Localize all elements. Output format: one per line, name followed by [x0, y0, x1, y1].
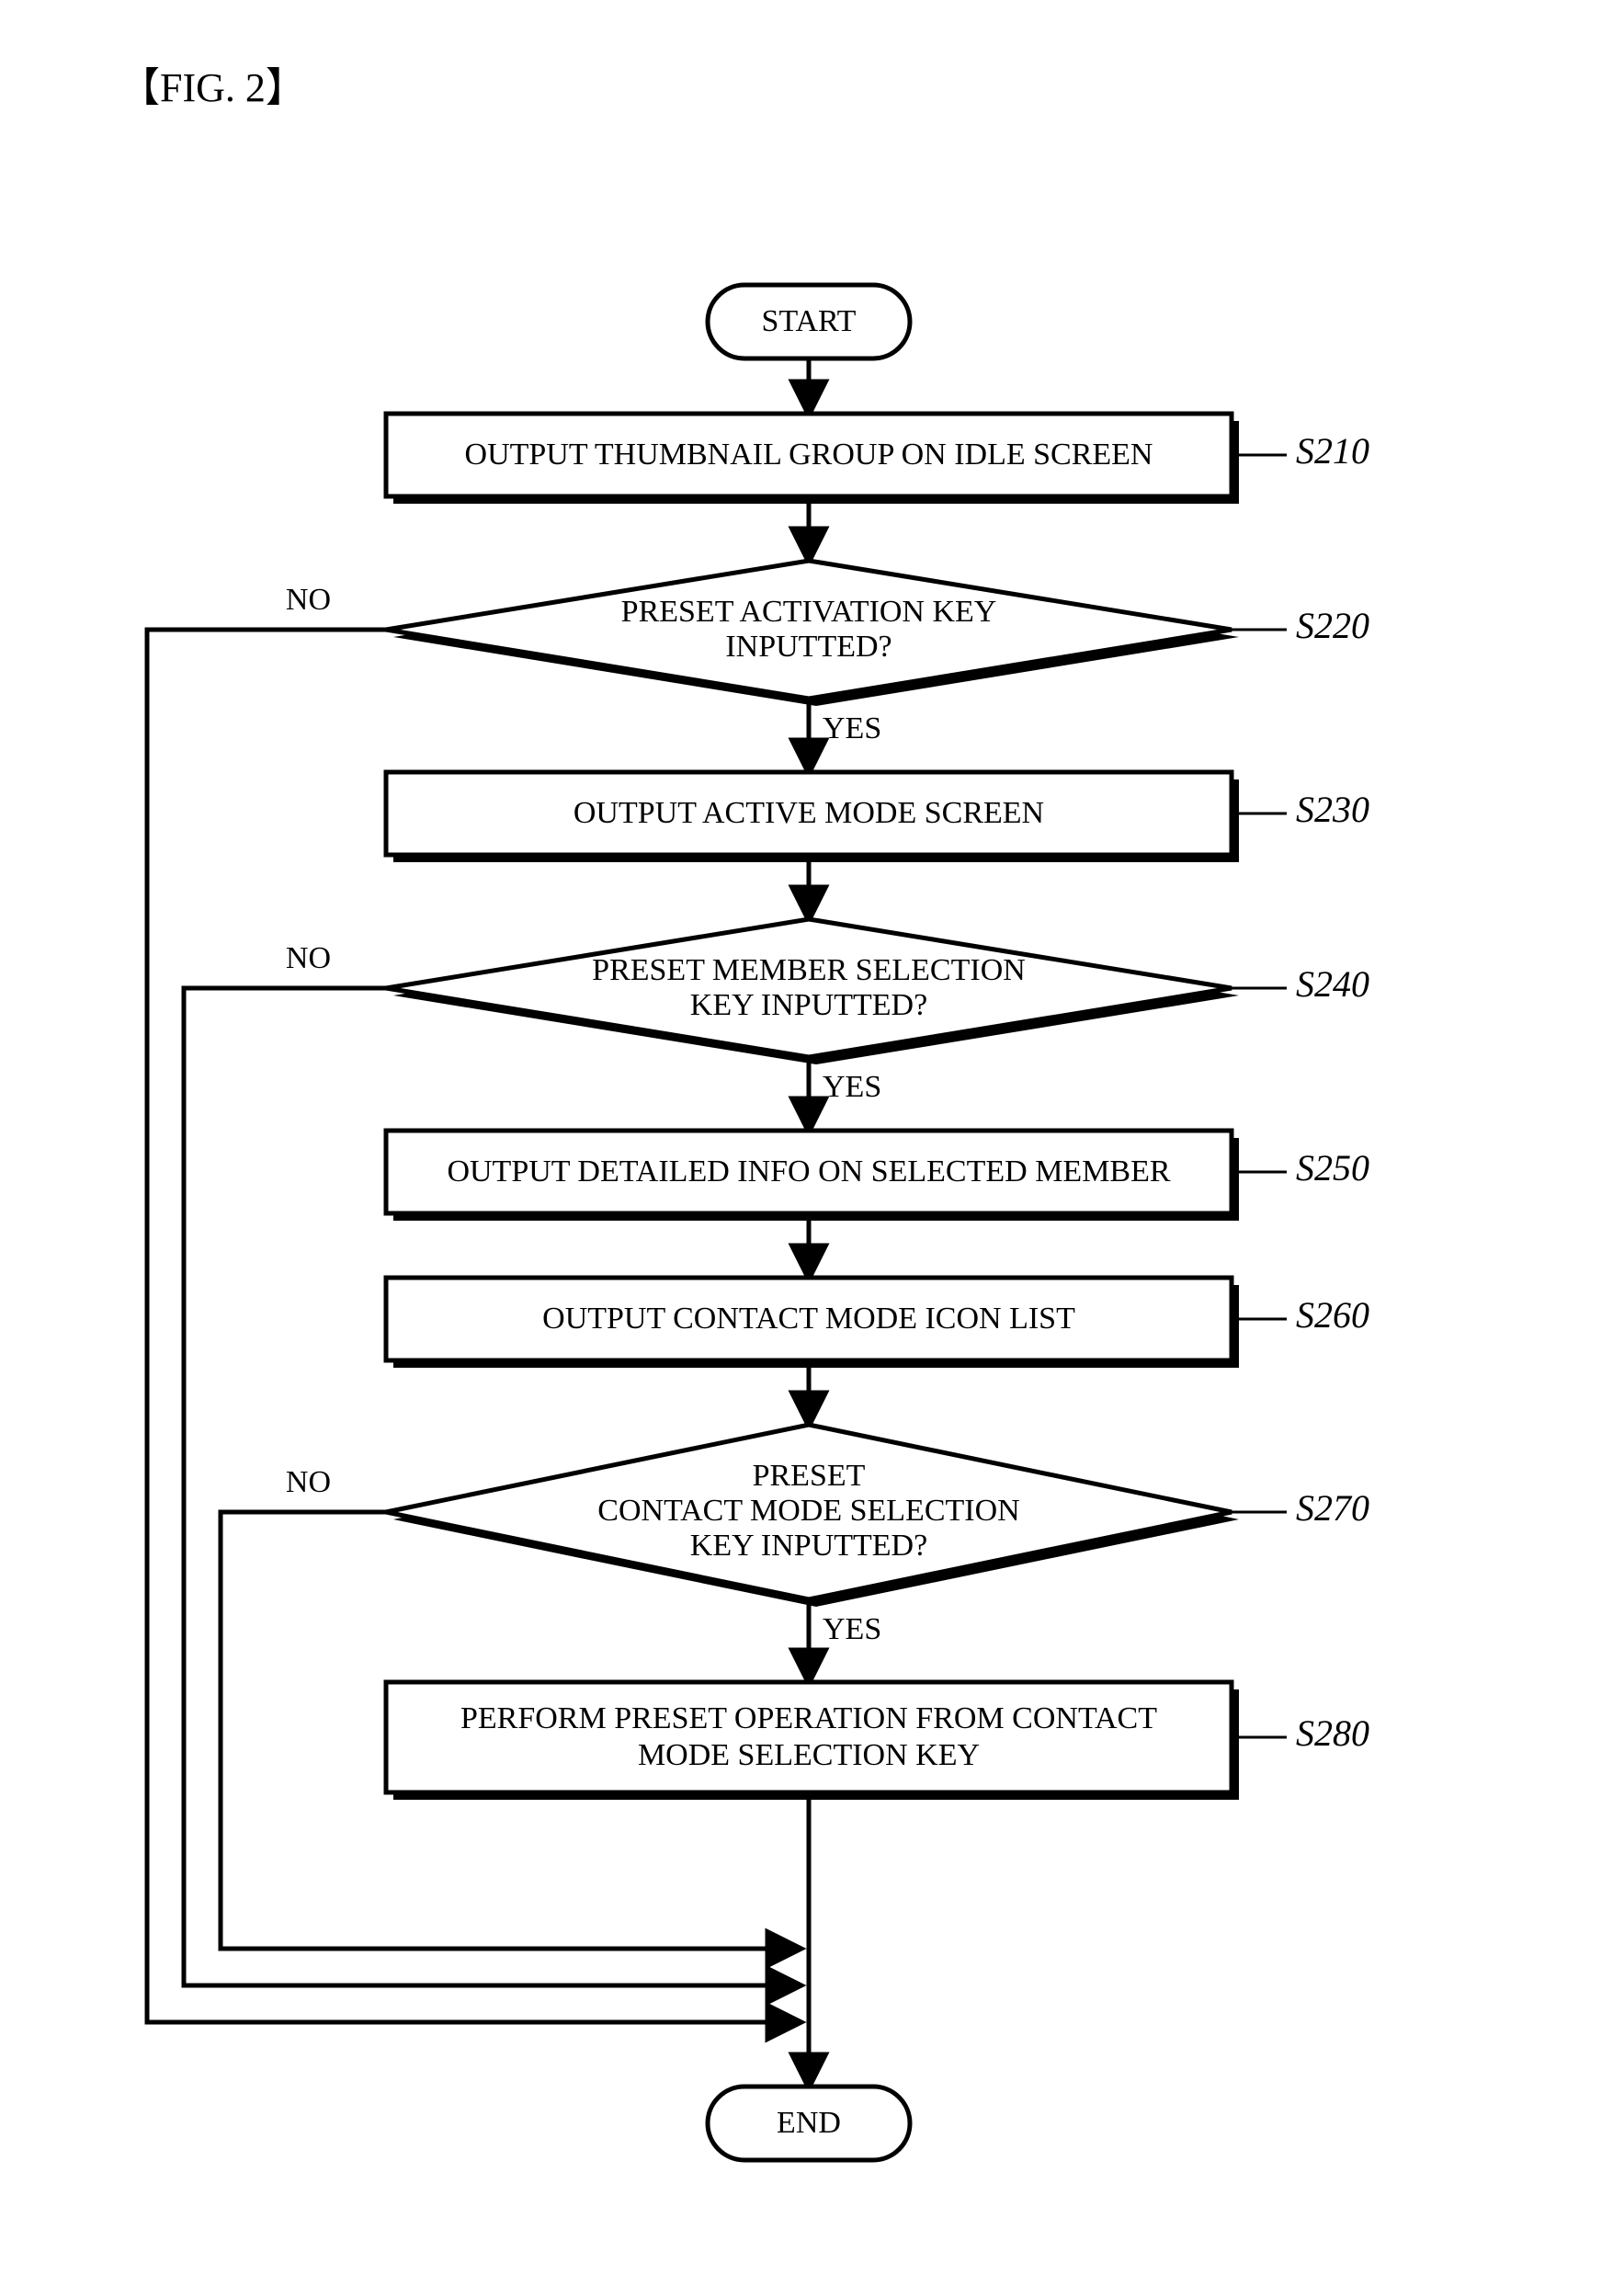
- branch-s240-yes: YES: [823, 1070, 881, 1104]
- figure-label: 【FIG. 2】: [119, 65, 306, 110]
- branch-s270-yes: YES: [823, 1612, 881, 1646]
- label-s240: S240: [1296, 963, 1369, 1005]
- process-s280: PERFORM PRESET OPERATION FROM CONTACT MO…: [386, 1682, 1239, 1800]
- process-s210: OUTPUT THUMBNAIL GROUP ON IDLE SCREEN: [386, 414, 1239, 504]
- branch-s240-no: NO: [286, 941, 331, 975]
- decision-s270-line1: PRESET: [753, 1459, 866, 1493]
- decision-s240-line1: PRESET MEMBER SELECTION: [592, 953, 1026, 987]
- process-s260: OUTPUT CONTACT MODE ICON LIST: [386, 1278, 1239, 1368]
- process-s250-text: OUTPUT DETAILED INFO ON SELECTED MEMBER: [447, 1154, 1170, 1188]
- branch-s270-no: NO: [286, 1465, 331, 1499]
- label-s280: S280: [1296, 1712, 1369, 1754]
- decision-s220-line1: PRESET ACTIVATION KEY: [621, 595, 997, 629]
- branch-s220-no: NO: [286, 583, 331, 617]
- terminal-end-text: END: [777, 2106, 841, 2140]
- terminal-start: START: [708, 285, 910, 358]
- process-s260-text: OUTPUT CONTACT MODE ICON LIST: [542, 1302, 1075, 1336]
- label-s270: S270: [1296, 1487, 1369, 1529]
- label-s220: S220: [1296, 605, 1369, 646]
- terminal-start-text: START: [762, 304, 857, 338]
- process-s280-line1: PERFORM PRESET OPERATION FROM CONTACT: [460, 1701, 1157, 1735]
- process-s280-line2: MODE SELECTION KEY: [638, 1738, 980, 1772]
- terminal-end: END: [708, 2087, 910, 2160]
- branch-s220-yes: YES: [823, 711, 881, 745]
- flowchart-diagram: 【FIG. 2】 START OUTPUT THUMBNAIL GROUP ON…: [0, 0, 1624, 2286]
- label-s210: S210: [1296, 430, 1369, 472]
- process-s230-text: OUTPUT ACTIVE MODE SCREEN: [574, 796, 1044, 830]
- decision-s270-line2: CONTACT MODE SELECTION: [597, 1494, 1019, 1528]
- process-s250: OUTPUT DETAILED INFO ON SELECTED MEMBER: [386, 1131, 1239, 1221]
- decision-s270-line3: KEY INPUTTED?: [690, 1529, 927, 1563]
- decision-s270: PRESET CONTACT MODE SELECTION KEY INPUTT…: [386, 1425, 1239, 1607]
- label-s260: S260: [1296, 1294, 1369, 1336]
- decision-s220-line2: INPUTTED?: [725, 630, 891, 664]
- decision-s240: PRESET MEMBER SELECTION KEY INPUTTED?: [386, 919, 1239, 1064]
- decision-s220: PRESET ACTIVATION KEY INPUTTED?: [386, 561, 1239, 706]
- label-s250: S250: [1296, 1147, 1369, 1188]
- decision-s240-line2: KEY INPUTTED?: [690, 988, 927, 1022]
- process-s210-text: OUTPUT THUMBNAIL GROUP ON IDLE SCREEN: [465, 438, 1153, 472]
- label-s230: S230: [1296, 789, 1369, 830]
- process-s230: OUTPUT ACTIVE MODE SCREEN: [386, 772, 1239, 862]
